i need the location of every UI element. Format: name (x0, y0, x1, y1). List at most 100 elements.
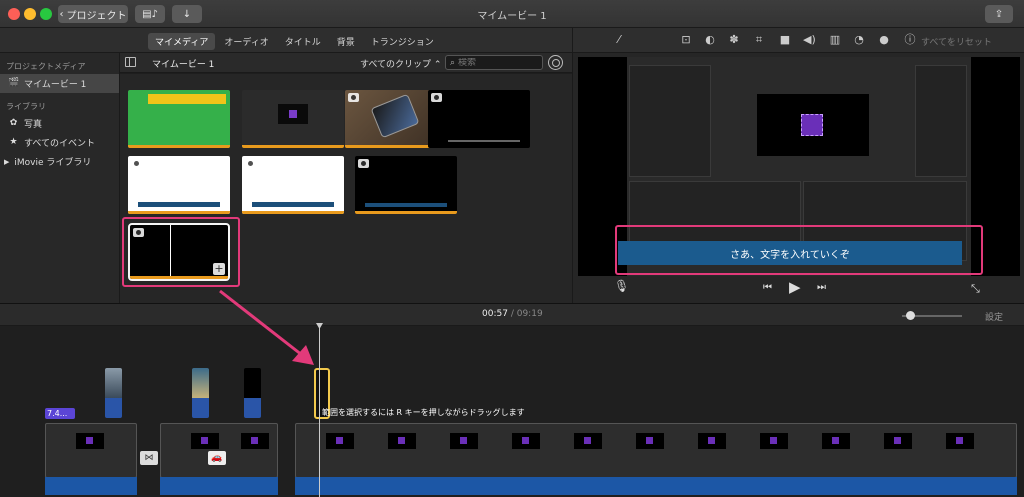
clip-frame (326, 433, 354, 449)
library-header: ライブラリ (6, 102, 46, 111)
sidebar-toggle-icon[interactable] (125, 57, 136, 67)
camera-icon (358, 159, 369, 168)
project-media-header: プロジェクトメディア (6, 62, 86, 71)
filter-icon[interactable]: ● (878, 34, 890, 46)
microphone-icon[interactable]: 🎙 (614, 279, 629, 293)
audio-track[interactable] (45, 477, 137, 495)
clip-frame (574, 433, 602, 449)
photo-thumbnail[interactable] (355, 156, 457, 214)
volume-icon[interactable]: ◀) (803, 34, 816, 46)
transition-icon[interactable]: ⋈ (140, 451, 158, 465)
sidebar-item-label: すべてのイベント (24, 139, 96, 149)
sidebar-item-photos[interactable]: ✿ 写真 (0, 114, 119, 133)
color-palette-icon[interactable]: ✽ (728, 34, 740, 46)
browser-header: マイムービー 1 すべてのクリップ ⌃ ⌕ (120, 53, 572, 73)
audio-track[interactable] (160, 477, 278, 495)
disclosure-triangle-icon[interactable]: ▶ (4, 158, 9, 166)
used-clip-bar (242, 211, 344, 214)
sidebar-item-label: マイムービー 1 (24, 80, 87, 90)
used-clip-bar (128, 211, 230, 214)
play-button[interactable]: ▶ (789, 278, 801, 296)
thumbnail-graphic (278, 104, 308, 124)
video-clip[interactable] (45, 423, 137, 478)
video-clip[interactable] (295, 423, 1017, 478)
timeline-settings-button[interactable]: 設定 (985, 310, 1003, 323)
clip-thumbnail[interactable] (242, 90, 344, 148)
share-button[interactable]: ⇪ (985, 5, 1013, 23)
clip-frame (191, 433, 219, 449)
annotation-arrow-icon (219, 289, 314, 365)
tab-backgrounds[interactable]: 背景 (330, 33, 362, 50)
clip-thumbnail[interactable] (128, 90, 230, 148)
tab-transitions[interactable]: トランジション (364, 33, 441, 50)
tab-audio[interactable]: オーディオ (217, 33, 275, 50)
cutaway-clip[interactable] (192, 368, 209, 418)
photo-thumbnail[interactable] (428, 90, 530, 148)
tooltip: 範囲を選択するには R キーを押しながらドラッグします (322, 408, 525, 417)
viewer-toolbar: ⁄ ⊡ ◐ ✽ ⌗ ■ ◀) ▥ ◔ ● ⓘ すべてをリセット (572, 28, 1024, 53)
clip-frame (388, 433, 416, 449)
speed-icon[interactable]: ◔ (853, 34, 865, 46)
star-icon: ★ (9, 137, 18, 147)
thumbnail-graphic (252, 202, 334, 207)
sidebar-item-all-events[interactable]: ★ すべてのイベント (0, 133, 119, 152)
clip-frame (698, 433, 726, 449)
search-field[interactable]: ⌕ (445, 55, 543, 70)
cutaway-clip[interactable] (244, 368, 261, 418)
crop-screen-icon[interactable]: ⊡ (680, 34, 692, 46)
zoom-slider-knob[interactable] (906, 311, 915, 320)
photo-thumbnail[interactable] (242, 156, 344, 214)
color-balance-icon[interactable]: ◐ (704, 34, 716, 46)
timeline-header: 00:57 / 09:19 設定 (0, 303, 1024, 326)
current-time: 00:57 (482, 309, 508, 319)
timeline[interactable]: 7.4... ⋈ 🚗 範囲を選択するには R キーを押しながらドラッグします (0, 323, 1024, 497)
car-icon[interactable]: 🚗 (208, 451, 226, 465)
camera-icon[interactable]: ■ (779, 34, 791, 46)
photo-thumbnail[interactable] (128, 156, 230, 214)
title-clip[interactable]: 7.4... (45, 408, 75, 419)
clip-frame (512, 433, 540, 449)
cutaway-clip[interactable] (105, 368, 122, 418)
clip-frame (946, 433, 974, 449)
thumbnail-graphic (148, 94, 226, 104)
audio-track[interactable] (295, 477, 1017, 495)
video-frame-panel (915, 65, 967, 177)
info-icon[interactable]: ⓘ (904, 34, 916, 46)
library-sidebar: プロジェクトメディア 🎬 マイムービー 1 ライブラリ ✿ 写真 ★ すべてのイ… (0, 53, 120, 303)
magic-wand-icon[interactable]: ⁄ (613, 34, 625, 46)
thumbnail-graphic (370, 93, 420, 139)
tab-titles[interactable]: タイトル (278, 33, 328, 50)
gear-icon[interactable] (548, 55, 563, 70)
tab-my-media[interactable]: マイメディア (148, 33, 216, 50)
clip-frame (450, 433, 478, 449)
sidebar-item-label: 写真 (24, 120, 43, 130)
clip-frame (636, 433, 664, 449)
used-clip-bar (242, 145, 344, 148)
viewer: さあ、文字を入れていくぞ 🎙 ⏮ ▶ ⏭ ⤡ (572, 53, 1024, 303)
browser-tab-bar: マイメディア オーディオ タイトル 背景 トランジション (0, 28, 572, 53)
crop-icon[interactable]: ⌗ (753, 34, 765, 46)
highlight-box (122, 217, 240, 287)
purple-logo (801, 114, 823, 136)
used-clip-bar (355, 211, 457, 214)
clip-frame (884, 433, 912, 449)
title-bar: ‹ プロジェクト ▤♪ ↓ マイムービー 1 ⇪ (0, 0, 1024, 28)
equalizer-icon[interactable]: ▥ (829, 34, 841, 46)
fullscreen-icon[interactable]: ⤡ (971, 282, 980, 296)
sidebar-item-label: iMovie ライブラリ (14, 158, 92, 168)
highlight-box (615, 225, 983, 275)
search-input[interactable] (458, 57, 539, 68)
clip-frame (822, 433, 850, 449)
sidebar-item-imovie-library[interactable]: ▶ iMovie ライブラリ (0, 152, 119, 171)
search-icon: ⌕ (450, 57, 456, 68)
skip-back-button[interactable]: ⏮ (763, 282, 772, 293)
timecode: 00:57 / 09:19 (482, 309, 543, 319)
camera-icon (431, 93, 442, 102)
reset-all-button[interactable]: すべてをリセット (921, 35, 992, 48)
clip-filter-dropdown[interactable]: すべてのクリップ ⌃ (360, 57, 441, 70)
skip-forward-button[interactable]: ⏭ (817, 282, 826, 293)
window-title: マイムービー 1 (477, 11, 547, 22)
photos-icon: ✿ (9, 118, 18, 128)
camera-icon (131, 159, 142, 168)
sidebar-item-project[interactable]: 🎬 マイムービー 1 (0, 74, 119, 93)
